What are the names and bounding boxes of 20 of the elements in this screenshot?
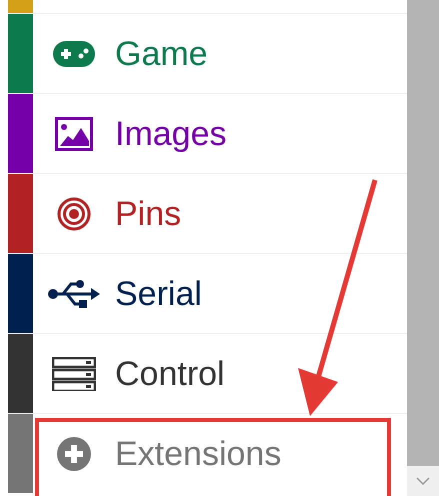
chevron-down-icon (416, 477, 430, 485)
scrollbar[interactable] (407, 0, 439, 496)
category-label: Serial (115, 276, 202, 310)
add-icon (56, 436, 92, 472)
toolbox-category[interactable]: Extensions (33, 414, 407, 493)
category-label: Game (115, 36, 208, 70)
category-label: Images (115, 116, 226, 150)
category-label: Pins (115, 196, 182, 230)
target-icon (57, 196, 91, 230)
toolbox-category[interactable]: Serial (33, 254, 407, 333)
scroll-down-button[interactable] (407, 466, 439, 496)
server-icon (52, 356, 96, 390)
image-icon (55, 116, 93, 150)
toolbox-category[interactable]: Control (33, 334, 407, 413)
toolbox-category[interactable]: Images (33, 94, 407, 173)
toolbox-category[interactable]: Game (33, 14, 407, 93)
toolbox-category[interactable]: Pins (33, 174, 407, 253)
category-label: Control (115, 356, 225, 390)
gamepad-icon (53, 40, 95, 66)
category-label: Extensions (115, 436, 282, 470)
